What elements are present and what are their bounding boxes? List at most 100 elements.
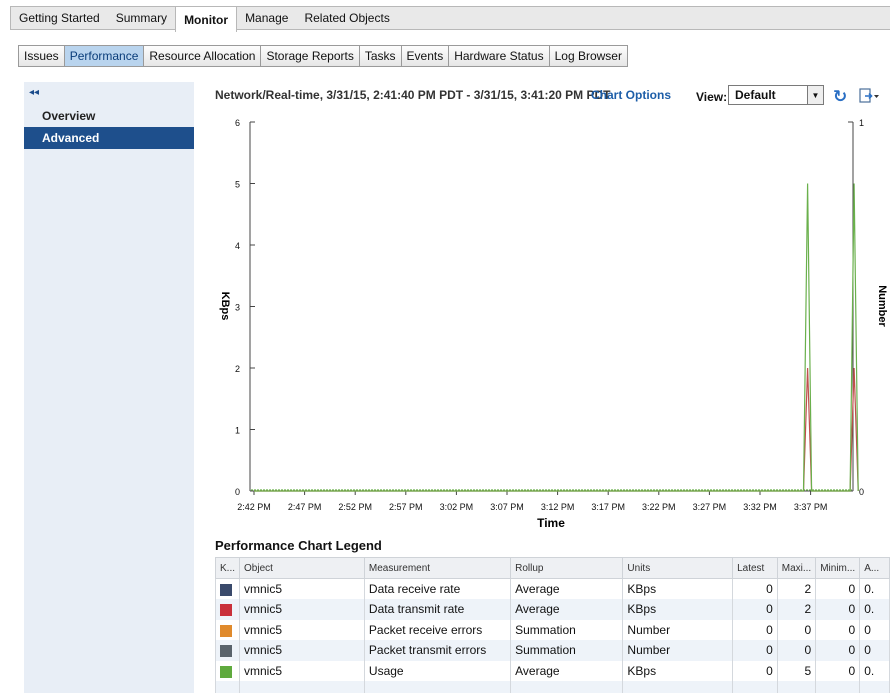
x-tick-label: 2:52 PM <box>338 502 372 512</box>
max-cell: 0 <box>776 640 817 661</box>
min-cell: 0 <box>815 660 861 681</box>
x-tick-label: 2:57 PM <box>389 502 423 512</box>
avg-cell: 0. <box>859 599 890 620</box>
x-tick-label: 3:22 PM <box>642 502 676 512</box>
avg-cell: 0. <box>859 578 890 599</box>
x-axis-label: Time <box>537 516 565 530</box>
latest-cell: 0 <box>732 640 778 661</box>
avg-cell: 0. <box>859 660 890 681</box>
tab-getting-started[interactable]: Getting Started <box>11 7 108 29</box>
max-cell: 2 <box>776 578 817 599</box>
units-cell: KBps <box>622 578 734 599</box>
subtab-tasks[interactable]: Tasks <box>359 46 402 66</box>
chevron-down-icon[interactable]: ▼ <box>807 86 823 104</box>
table-row[interactable]: vmnic5 Packet receive errors Summation N… <box>214 619 890 640</box>
x-tick-label: 3:02 PM <box>440 502 474 512</box>
x-tick-label: 3:12 PM <box>541 502 575 512</box>
x-tick-label: 2:42 PM <box>237 502 271 512</box>
subtab-hardware-status[interactable]: Hardware Status <box>449 46 550 66</box>
max-cell: 5 <box>776 660 817 681</box>
view-select-value: Default <box>735 88 776 102</box>
y-tick-label: 2 <box>235 364 240 374</box>
legend-header-row: K... Object Measurement Rollup Units Lat… <box>214 557 890 579</box>
min-cell: 0 <box>815 599 861 620</box>
y-tick-label: 3 <box>235 303 240 313</box>
y2-tick-label: 1 <box>859 118 864 128</box>
units-cell: KBps <box>622 599 734 620</box>
column-header-maximum[interactable]: Maxi... <box>776 557 817 579</box>
column-header-average[interactable]: A... <box>859 557 890 579</box>
column-header-units[interactable]: Units <box>622 557 734 579</box>
x-tick-label: 3:17 PM <box>591 502 625 512</box>
top-tab-bar: Getting Started Summary Monitor Manage R… <box>10 6 890 32</box>
left-nav-panel: ◂◂ Overview Advanced <box>24 82 194 693</box>
y-tick-label: 4 <box>235 241 240 251</box>
column-header-minimum[interactable]: Minim... <box>815 557 861 579</box>
legend-title: Performance Chart Legend <box>215 538 382 553</box>
measurement-cell: Packet transmit errors <box>363 640 512 661</box>
table-row[interactable]: vmnic5 Data transmit rate Average KBps 0… <box>214 599 890 620</box>
measurement-cell: Data receive rate <box>363 578 512 599</box>
column-header-rollup[interactable]: Rollup <box>510 557 624 579</box>
subtab-events[interactable]: Events <box>401 46 450 66</box>
x-tick-label: 3:07 PM <box>490 502 524 512</box>
chart-options-link[interactable]: Chart Options <box>591 88 671 102</box>
units-cell: KBps <box>622 660 734 681</box>
legend-key-cell <box>214 619 241 640</box>
table-row[interactable]: vmnic5 Packet transmit errors Summation … <box>214 640 890 661</box>
color-swatch <box>220 624 232 637</box>
legend-key-cell <box>214 640 241 661</box>
view-select[interactable]: Default ▼ <box>728 85 824 105</box>
sub-tab-bar: Issues Performance Resource Allocation S… <box>18 45 628 67</box>
tab-related-objects[interactable]: Related Objects <box>296 7 397 29</box>
rollup-cell: Summation <box>510 619 624 640</box>
view-label: View: <box>696 90 728 104</box>
subtab-log-browser[interactable]: Log Browser <box>549 46 627 66</box>
rollup-cell: Average <box>510 578 624 599</box>
subtab-storage-reports[interactable]: Storage Reports <box>261 46 360 66</box>
tab-monitor[interactable]: Monitor <box>175 6 238 32</box>
subtab-issues[interactable]: Issues <box>19 46 65 66</box>
refresh-icon[interactable]: ↻ <box>833 87 847 107</box>
x-tick-label: 3:32 PM <box>743 502 777 512</box>
legend-key-cell <box>214 578 241 599</box>
table-row[interactable]: vmnic5 Data receive rate Average KBps 0 … <box>214 578 890 599</box>
rollup-cell: Average <box>510 660 624 681</box>
max-cell: 0 <box>776 619 817 640</box>
column-header-latest[interactable]: Latest <box>732 557 778 579</box>
y-tick-label: 5 <box>235 180 240 190</box>
nav-item-advanced[interactable]: Advanced <box>24 127 194 149</box>
object-cell: vmnic5 <box>239 599 365 620</box>
y-axis-label: KBps <box>219 292 231 321</box>
rollup-cell: Average <box>510 599 624 620</box>
units-cell: Number <box>622 640 734 661</box>
subtab-resource-allocation[interactable]: Resource Allocation <box>144 46 262 66</box>
subtab-performance[interactable]: Performance <box>64 46 145 66</box>
measurement-cell: Usage <box>363 660 512 681</box>
tab-summary[interactable]: Summary <box>108 7 175 29</box>
column-header-object[interactable]: Object <box>239 557 365 579</box>
double-chevron-left-icon[interactable]: ◂◂ <box>29 87 39 98</box>
chart-title: Network/Real-time, 3/31/15, 2:41:40 PM P… <box>215 88 611 102</box>
series-line-data-receive-rate <box>254 367 859 492</box>
column-header-key[interactable]: K... <box>214 557 241 579</box>
y-tick-label: 6 <box>235 118 240 128</box>
min-cell: 0 <box>815 640 861 661</box>
color-swatch <box>220 604 232 617</box>
x-tick-label: 3:27 PM <box>693 502 727 512</box>
y2-axis-label: Number <box>876 285 888 327</box>
x-tick-label: 2:47 PM <box>288 502 322 512</box>
y-tick-label: 0 <box>235 487 240 497</box>
y2-tick-label: 0 <box>859 487 864 497</box>
avg-cell: 0 <box>859 640 890 661</box>
column-header-measurement[interactable]: Measurement <box>363 557 512 579</box>
latest-cell: 0 <box>732 599 778 620</box>
latest-cell: 0 <box>732 578 778 599</box>
max-cell: 2 <box>776 599 817 620</box>
export-icon[interactable] <box>858 88 880 104</box>
tab-manage[interactable]: Manage <box>237 7 296 29</box>
measurement-cell: Data transmit rate <box>363 599 512 620</box>
min-cell: 0 <box>815 578 861 599</box>
table-row[interactable]: vmnic5 Usage Average KBps 0 5 0 0. <box>214 660 890 681</box>
nav-item-overview[interactable]: Overview <box>24 105 194 127</box>
